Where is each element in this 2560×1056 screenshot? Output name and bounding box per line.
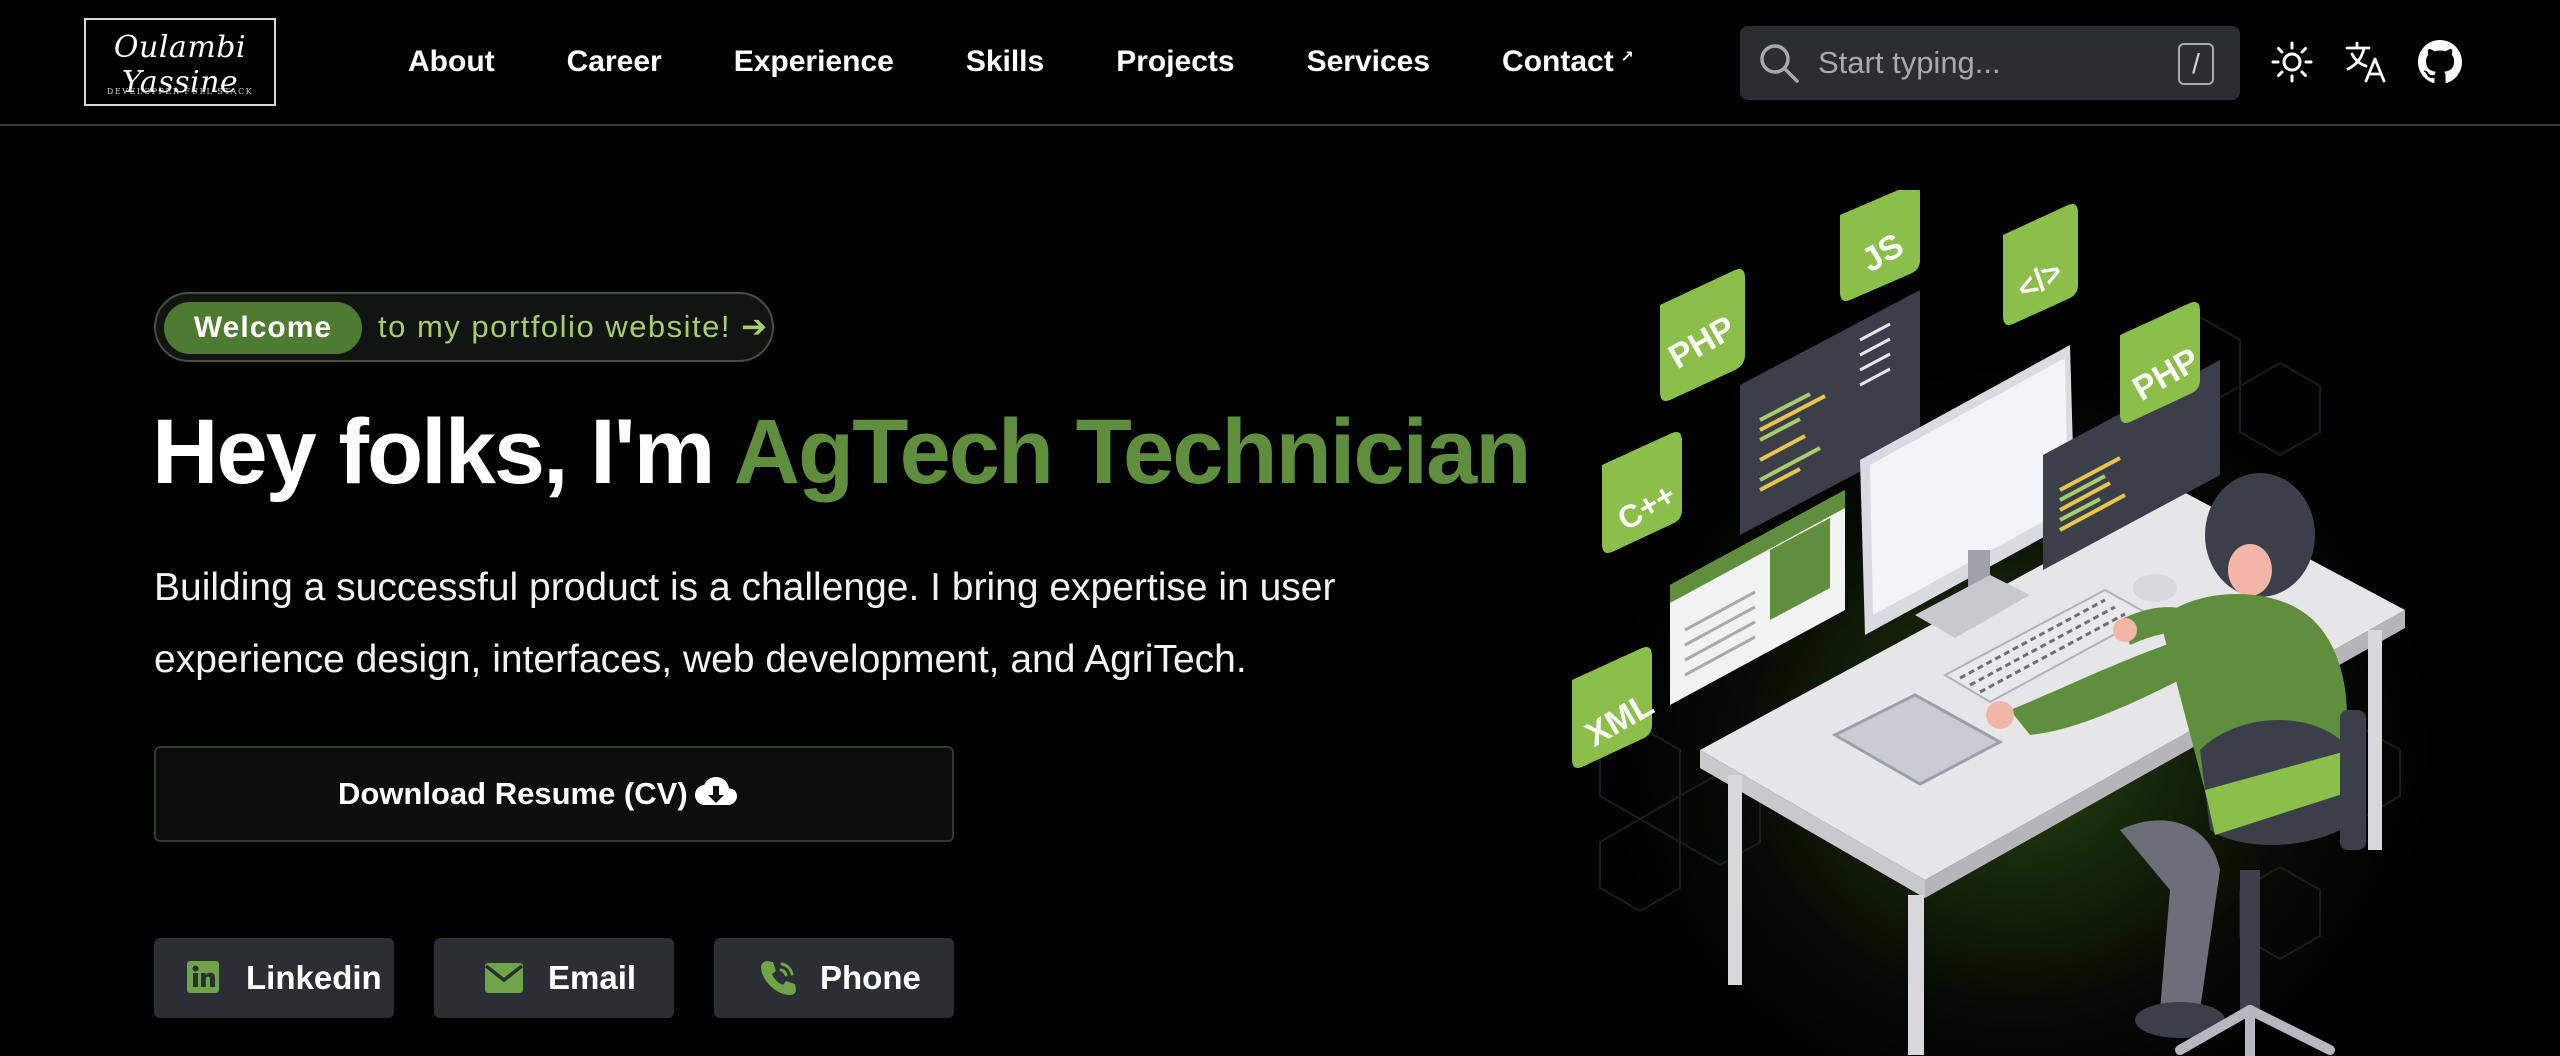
top-navbar: Oulambi Yassine DEVELOPPER FULL STACK Ab… (0, 0, 2560, 126)
email-icon (484, 963, 524, 993)
theme-toggle-button[interactable] (2270, 40, 2314, 84)
phone-label: Phone (820, 959, 921, 996)
nav-link-about[interactable]: About (408, 38, 495, 86)
nav-link-contact-label: Contact (1502, 45, 1614, 78)
headline-prefix: Hey folks, I'm (152, 401, 715, 503)
linkedin-icon (187, 961, 219, 993)
search-shortcut-key: / (2178, 43, 2214, 85)
headline-highlight: AgTech Technician (733, 401, 1532, 503)
language-button[interactable] (2344, 40, 2388, 84)
search-box[interactable]: / (1740, 26, 2240, 100)
welcome-text: to my portfolio website! ➔ (378, 309, 769, 344)
download-resume-button[interactable]: Download Resume (CV) (154, 746, 954, 842)
search-input[interactable] (1818, 40, 2138, 86)
email-button[interactable]: Email (434, 938, 674, 1018)
nav-link-projects[interactable]: Projects (1116, 38, 1234, 86)
nav-link-career[interactable]: Career (567, 38, 662, 86)
phone-icon (761, 961, 796, 995)
developer-desk-illustration: PHP JS </> PHP C++ XML (1572, 190, 2405, 1056)
external-link-icon: ↗ (1620, 49, 1634, 66)
main-nav: About Career Experience Skills Projects … (408, 38, 1686, 86)
welcome-badge: Welcome to my portfolio website! ➔ (154, 292, 774, 362)
hero-description: Building a successful product is a chall… (154, 566, 1336, 681)
github-icon (2418, 40, 2462, 83)
search-icon (1760, 44, 1799, 83)
github-link-button[interactable] (2418, 40, 2462, 84)
nav-link-contact[interactable]: Contact ↗ (1502, 38, 1634, 86)
hero-headline: Hey folks, I'm AgTech Technician (152, 392, 1532, 512)
phone-button[interactable]: Phone (714, 938, 954, 1018)
site-logo[interactable]: Oulambi Yassine DEVELOPPER FULL STACK (84, 18, 276, 106)
nav-link-skills[interactable]: Skills (966, 38, 1044, 86)
download-resume-label: Download Resume (CV) (338, 776, 688, 811)
sun-icon (2271, 41, 2313, 83)
nav-link-services[interactable]: Services (1307, 38, 1430, 86)
logo-subtitle: DEVELOPPER FULL STACK (106, 87, 254, 96)
cloud-download-icon (695, 777, 737, 805)
nav-link-experience[interactable]: Experience (734, 38, 894, 86)
welcome-pill: Welcome (164, 302, 362, 354)
translate-icon (2345, 41, 2386, 83)
linkedin-label: Linkedin (246, 959, 382, 996)
email-label: Email (548, 959, 637, 996)
linkedin-button[interactable]: Linkedin (154, 938, 394, 1018)
